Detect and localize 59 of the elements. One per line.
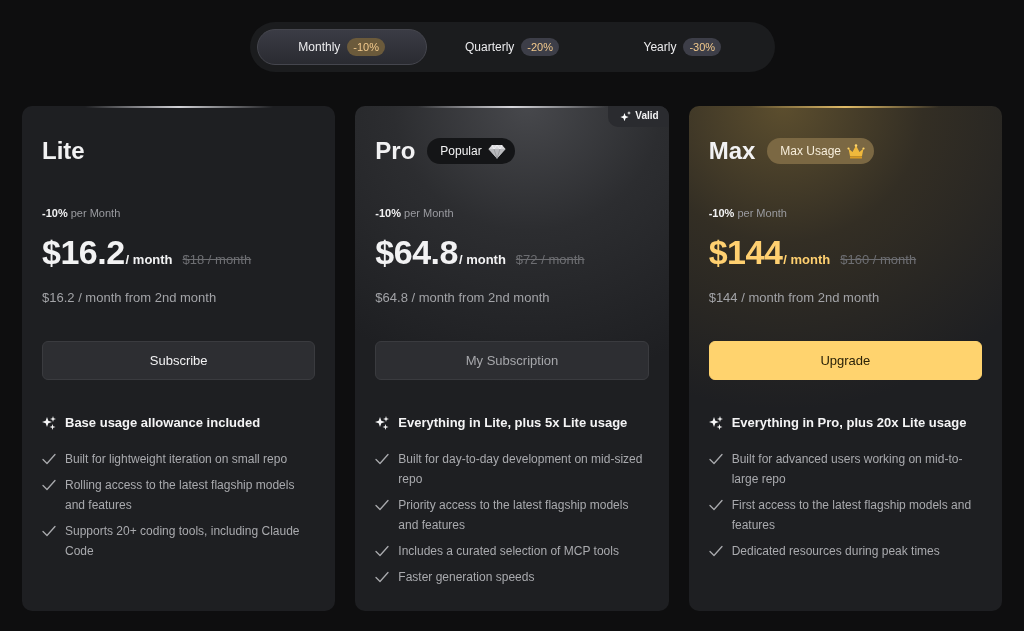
plan-button[interactable]: Subscribe: [42, 341, 316, 380]
discount-text: -10% per Month: [375, 206, 455, 220]
check-icon: [42, 524, 56, 538]
check-icon: [42, 478, 56, 492]
sparkles-icon: [42, 416, 56, 430]
highlight-text: Everything in Pro, plus 20x Lite usage: [731, 414, 967, 432]
diamond-icon: [487, 143, 506, 159]
renewal-note: $144 / month from 2nd month: [708, 289, 881, 307]
plan-name: Max: [708, 136, 756, 166]
status-label: Valid: [635, 110, 659, 122]
highlight-text: Everything in Lite, plus 5x Lite usage: [398, 414, 628, 432]
discount-badge: -30%: [683, 38, 722, 56]
check-icon: [708, 498, 723, 512]
check-icon: [42, 452, 56, 466]
price-unit: / month: [783, 252, 831, 269]
badge-label: Max Usage: [780, 143, 842, 160]
original-price: $160 / month: [840, 251, 917, 269]
feature-text: Rolling access to the latest flagship models and features: [65, 477, 296, 514]
billing-tab[interactable]: Monthly -10%: [256, 29, 427, 65]
check-icon: [375, 498, 390, 512]
discount-badge: -10%: [347, 38, 385, 56]
check-icon: [375, 570, 390, 584]
original-price: $18 / month: [182, 251, 252, 269]
price-amount: $16.2: [42, 232, 125, 272]
sparkles-icon: [708, 416, 723, 430]
crown-icon: [847, 143, 866, 159]
feature-text: First access to the latest flagship models and features: [731, 497, 973, 534]
feature-text: Built for lightweight iteration on small repo: [65, 451, 288, 468]
check-icon: [708, 544, 723, 558]
renewal-note: $64.8 / month from 2nd month: [375, 289, 551, 307]
discount-text: -10% per Month: [42, 206, 122, 220]
sparkles-icon: [375, 416, 390, 430]
feature-text: Priority access to the latest flagship models and features: [398, 497, 630, 534]
feature-text: Faster generation speeds: [398, 569, 535, 586]
check-icon: [375, 544, 390, 558]
feature-text: Includes a curated selection of MCP tools: [398, 543, 619, 560]
original-price: $72 / month: [515, 251, 585, 269]
price-amount: $64.8: [375, 232, 458, 272]
plan-button[interactable]: Upgrade: [708, 341, 982, 380]
badge-label: Popular: [440, 143, 482, 160]
billing-tab[interactable]: Yearly -30%: [597, 29, 768, 65]
plan-name: Pro: [375, 136, 416, 166]
renewal-note: $16.2 / month from 2nd month: [42, 289, 218, 307]
sparkle-icon: [620, 110, 632, 122]
price-unit: / month: [458, 251, 506, 269]
check-icon: [375, 452, 390, 466]
feature-text: Built for advanced users working on mid-to-large repo: [731, 451, 964, 488]
highlight-text: Base usage allowance included: [65, 414, 261, 432]
plan-name: Lite: [42, 136, 85, 166]
feature-text: Dedicated resources during peak times: [731, 543, 940, 560]
plan-button[interactable]: My Subscription: [375, 341, 649, 380]
discount-badge: -20%: [521, 38, 559, 56]
price-amount: $144: [708, 232, 783, 272]
feature-text: Supports 20+ coding tools, including Claude Code: [65, 523, 301, 560]
feature-text: Built for day-to-day development on mid-sized repo: [398, 451, 644, 488]
billing-tab[interactable]: Quarterly -20%: [426, 29, 598, 65]
check-icon: [708, 452, 723, 466]
price-unit: / month: [125, 252, 173, 269]
discount-text: -10% per Month: [708, 206, 788, 220]
